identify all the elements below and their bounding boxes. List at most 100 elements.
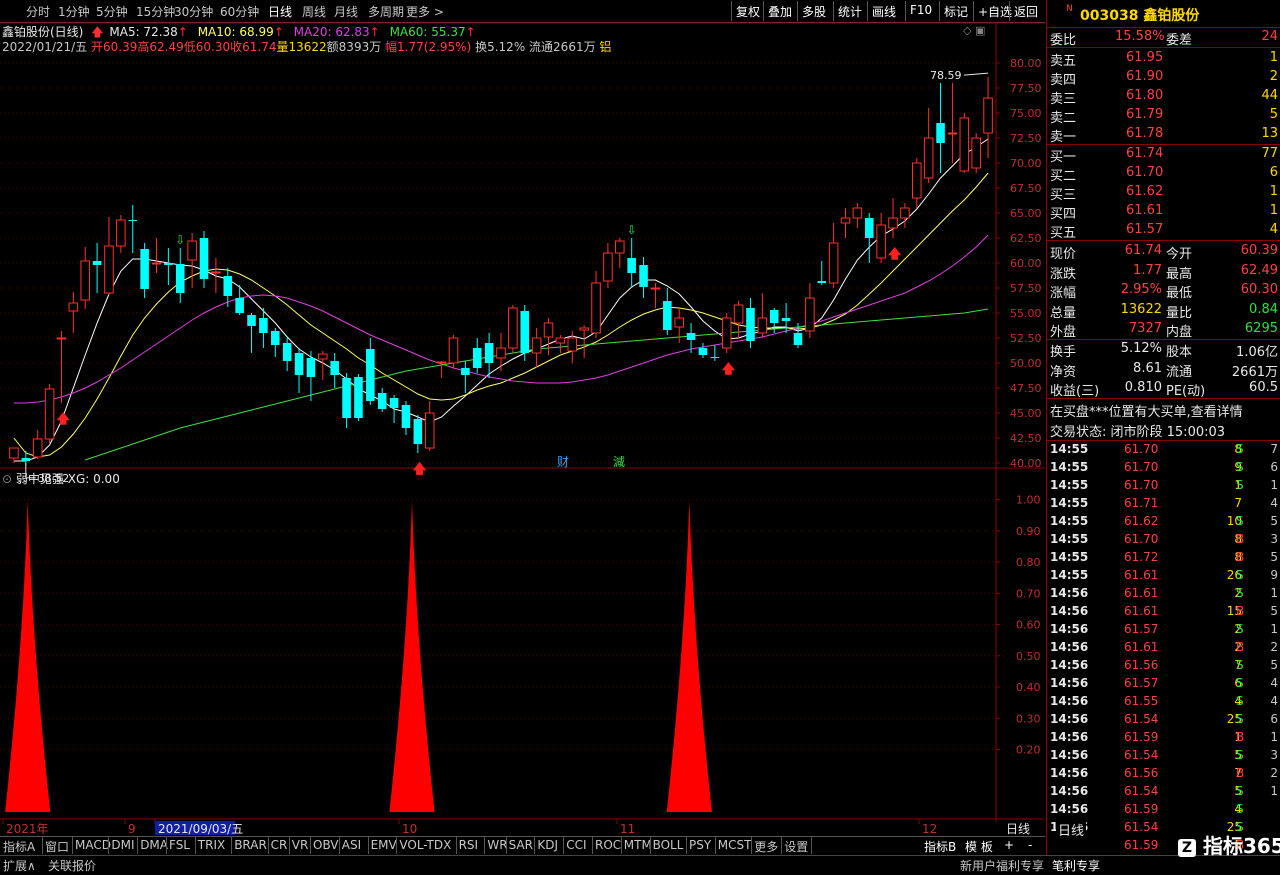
- period-tab-9[interactable]: 多周期: [368, 3, 404, 20]
- toolbar-button-1[interactable]: 叠加: [768, 3, 792, 20]
- indicator-right-0[interactable]: 指标B: [924, 838, 956, 855]
- buy-price: 61.62: [1126, 184, 1164, 199]
- tick-direction: S: [1236, 568, 1244, 582]
- fund-label: 收益(三): [1050, 384, 1100, 399]
- indicator-tab-14[interactable]: RSI: [459, 838, 479, 852]
- tick-direction: S: [1236, 748, 1244, 762]
- quote-row: 涨跌 1.77 最高 62.49: [1048, 263, 1280, 282]
- indicator-right-3[interactable]: -: [1028, 838, 1032, 852]
- period-tab-5[interactable]: 60分钟: [220, 3, 259, 20]
- toolbar-button-2[interactable]: 多股: [802, 3, 826, 20]
- notice-row: 在买盘***位置有大买单,查看详情: [1048, 401, 1280, 420]
- chart-controls[interactable]: ◇ ▣: [963, 24, 985, 37]
- buy-signal-arrow: 🡅: [56, 412, 70, 427]
- toolbar-button-3[interactable]: 统计: [838, 3, 862, 20]
- quote-value: 0.84: [1249, 301, 1278, 317]
- indicator-tab-15[interactable]: WR: [487, 838, 507, 852]
- tick-row: 14:56 61.61 15 B 5: [1048, 603, 1280, 621]
- indicator-right-1[interactable]: 模 板: [965, 838, 993, 855]
- tick-period-label[interactable]: 日线: [1056, 820, 1087, 839]
- dropdown-icon[interactable]: ⊙: [2, 472, 12, 486]
- toolbar-button-0[interactable]: 复权: [736, 3, 760, 20]
- toolbar-button-4[interactable]: 画线: [872, 3, 896, 20]
- buy-price: 61.57: [1126, 222, 1164, 237]
- candle-body: [793, 333, 803, 345]
- sell-row: 卖五 61.95 1: [1048, 50, 1280, 69]
- period-tab-1[interactable]: 1分钟: [58, 3, 90, 20]
- chart-area[interactable]: 40.00 42.50 45.00 47.50 50.00 52.50 55.00 57.50…: [0, 22, 1045, 835]
- candle-body: [32, 438, 43, 458]
- indicator-tab-8[interactable]: CR: [271, 838, 288, 852]
- indicator-tab-9[interactable]: VR: [292, 838, 309, 852]
- indicator-tab-19[interactable]: ROC: [595, 838, 621, 852]
- y-tick-label: 47.50: [1010, 382, 1042, 395]
- period-tab-10[interactable]: 更多 >: [406, 3, 444, 20]
- toolbar-button-7[interactable]: +自选: [978, 3, 1012, 20]
- tick-price: 61.70: [1124, 442, 1159, 456]
- indicator-tab-11[interactable]: ASI: [342, 838, 361, 852]
- indicator-tab-2[interactable]: MACD: [75, 838, 111, 852]
- sub-y-tick-label: 1.00: [1016, 494, 1041, 507]
- new-user-promo[interactable]: 新用户福利专享: [960, 857, 1044, 874]
- tick-count: 7: [1270, 442, 1278, 456]
- indicator-tab-10[interactable]: OBV: [313, 838, 339, 852]
- indicator-tab-3[interactable]: DMI: [111, 838, 134, 852]
- tick-row: 14:55 61.71 7 4: [1048, 495, 1280, 513]
- indicator-tab-0[interactable]: 指标A: [3, 838, 35, 855]
- indicator-tab-1[interactable]: 窗口: [45, 838, 69, 855]
- period-tab-2[interactable]: 5分钟: [96, 3, 128, 20]
- indicator-tab-16[interactable]: SAR: [509, 838, 533, 852]
- period-tab-4[interactable]: 30分钟: [174, 3, 213, 20]
- toolbar-button-8[interactable]: 返回: [1014, 3, 1038, 20]
- indicator-tab-17[interactable]: KDJ: [537, 838, 558, 852]
- quote-value: 61.74: [1124, 243, 1162, 258]
- indicator-tab-20[interactable]: MTM: [624, 838, 652, 852]
- indicator-tab-12[interactable]: EMV: [371, 838, 397, 852]
- tab-separator: [563, 837, 565, 854]
- buy-price: 61.74: [1126, 146, 1164, 161]
- tick-time: 14:56: [1050, 712, 1089, 726]
- indicator-tab-25[interactable]: 设置: [784, 838, 808, 855]
- indicator-tab-13[interactable]: VOL-TDX: [399, 838, 451, 852]
- indicator-tab-21[interactable]: BOLL: [653, 838, 684, 852]
- tick-time: 14:55: [1050, 568, 1089, 582]
- candle-body: [983, 97, 993, 134]
- indicator-tab-4[interactable]: DMA: [140, 838, 168, 852]
- tab-separator: [367, 837, 369, 854]
- quote-label: 现价: [1050, 247, 1077, 262]
- candle-body: [852, 207, 863, 219]
- promo-text[interactable]: 笔利专享: [1052, 857, 1100, 874]
- indicator-tab-7[interactable]: BRAR: [234, 838, 267, 852]
- tick-time: 14:56: [1050, 802, 1089, 816]
- indicator-tab-5[interactable]: FSL: [169, 838, 190, 852]
- expand-button[interactable]: 扩展∧: [3, 857, 36, 874]
- period-tab-8[interactable]: 月线: [334, 3, 358, 20]
- tick-time: 14:56: [1050, 748, 1089, 762]
- up-arrow-icon: 🡅: [91, 25, 104, 39]
- period-tab-0[interactable]: 分时: [26, 3, 50, 20]
- fund-value: 1.06亿: [1236, 345, 1278, 360]
- indicator-tab-18[interactable]: CCI: [566, 838, 586, 852]
- indicator-tab-23[interactable]: MCST: [718, 838, 752, 852]
- period-tab-7[interactable]: 周线: [302, 3, 326, 20]
- toolbar-button-5[interactable]: F10: [910, 3, 932, 17]
- indicator-tab-22[interactable]: PSY: [689, 838, 711, 852]
- period-tab-6[interactable]: 日线: [268, 3, 292, 20]
- indicator-tab-6[interactable]: TRIX: [198, 838, 225, 852]
- panel-divider: [1046, 27, 1280, 28]
- period-tab-3[interactable]: 15分钟: [136, 3, 175, 20]
- indicator-right-2[interactable]: +: [1004, 838, 1014, 852]
- toolbar-button-6[interactable]: 标记: [944, 3, 968, 20]
- candle-body: [484, 343, 494, 363]
- candle-body: [21, 458, 31, 461]
- finance-marker: 财: [557, 455, 569, 469]
- tab-separator: [396, 837, 398, 854]
- bar-high: 高62.49: [137, 40, 184, 54]
- indicator-tab-24[interactable]: 更多: [754, 838, 778, 855]
- related-quotes-button[interactable]: 关联报价: [48, 857, 96, 874]
- bar-turnover: 换5.12%: [475, 40, 526, 54]
- buy-level-label: 买五: [1050, 226, 1077, 241]
- tick-count: 1: [1270, 784, 1278, 798]
- candle-body: [92, 261, 102, 265]
- tick-count: 3: [1270, 748, 1278, 762]
